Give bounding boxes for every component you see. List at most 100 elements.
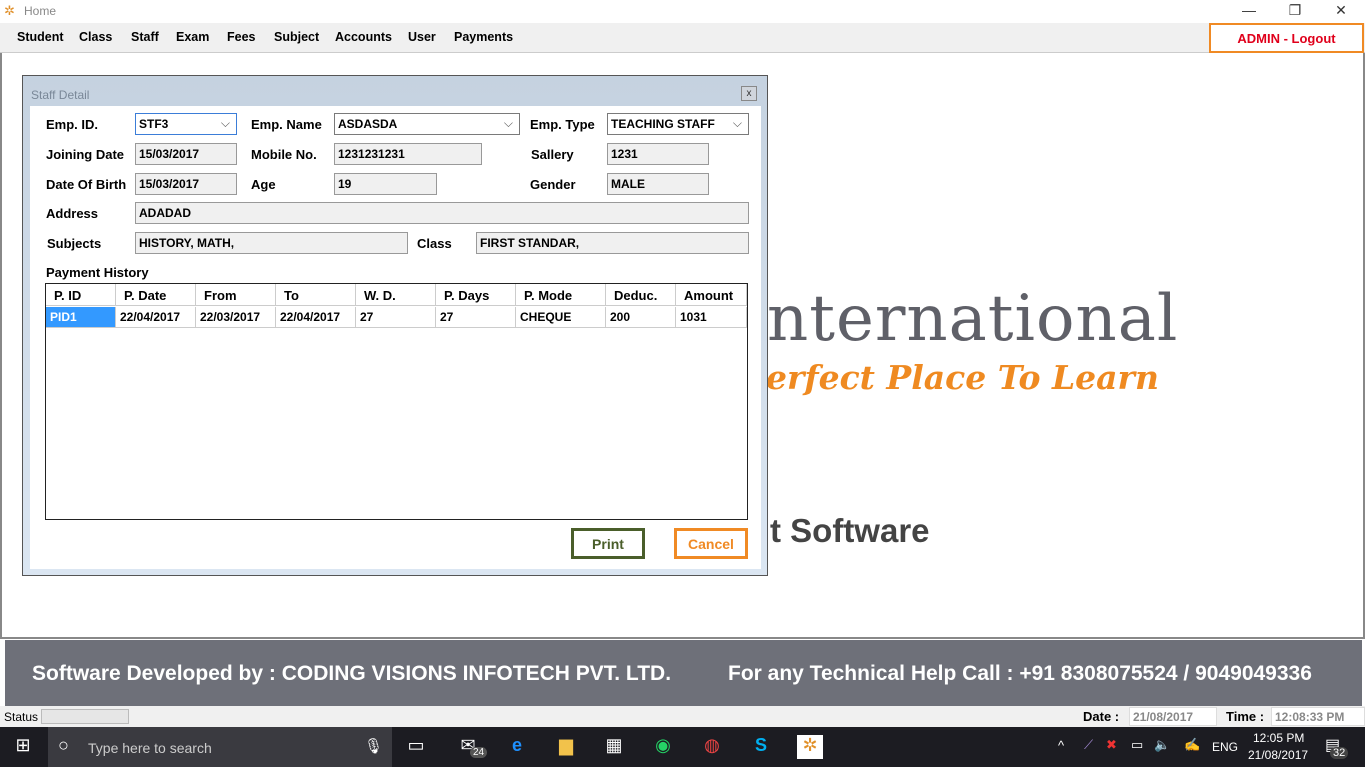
subjects-field[interactable]: HISTORY, MATH, [135,232,408,254]
joining-date-field[interactable]: 15/03/2017 [135,143,237,165]
menu-student[interactable]: Student [17,30,64,44]
whatsapp-icon[interactable]: ◉ [650,735,676,759]
payment-history-label: Payment History [46,265,149,280]
table-cell[interactable]: 22/04/2017 [116,307,196,328]
age-label: Age [251,177,276,192]
mobile-field[interactable]: 1231231231 [334,143,482,165]
joining-date-label: Joining Date [46,147,125,162]
menu-payments[interactable]: Payments [454,30,513,44]
chrome-icon[interactable]: ◍ [699,735,725,759]
dialog-title: Staff Detail [31,88,90,102]
table-cell[interactable]: 27 [356,307,436,328]
cancel-button[interactable]: Cancel [674,528,748,559]
salary-field[interactable]: 1231 [607,143,709,165]
pen-icon[interactable]: ⟋ [1084,737,1093,753]
column-header[interactable]: P. ID [46,284,116,306]
menu-user[interactable]: User [408,30,436,44]
column-header[interactable]: W. D. [356,284,436,306]
window-title: Home [24,4,57,18]
emp-type-label: Emp. Type [530,117,595,132]
mail-badge: 24 [470,747,488,758]
table-cell[interactable]: 22/03/2017 [196,307,276,328]
table-cell[interactable]: 1031 [676,307,747,328]
logo-text: nternational [767,282,1179,356]
network-disconnected-icon[interactable]: ✖ [1106,737,1117,753]
emp-id-label: Emp. ID. [46,117,99,132]
emp-id-select[interactable]: STF3 ⌵ [135,113,237,135]
status-bar: Status Date : 21/08/2017 Time : 12:08:33… [0,706,1365,727]
address-label: Address [46,206,99,221]
taskbar-search[interactable]: ○ Type here to search 🎙 [48,727,392,767]
search-icon: ○ [58,735,69,755]
column-header[interactable]: P. Days [436,284,516,306]
column-header[interactable]: From [196,284,276,306]
help-contact: For any Technical Help Call : +91 830807… [728,662,1312,685]
column-header[interactable]: P. Date [116,284,196,306]
software-title: t Software [770,512,930,549]
dialog-close-button[interactable]: x [741,86,757,101]
menu-bar: Student Class Staff Exam Fees Subject Ac… [0,23,1365,53]
emp-name-label: Emp. Name [251,117,322,132]
address-field[interactable]: ADADAD [135,202,749,224]
table-cell[interactable]: CHEQUE [516,307,606,328]
taskbar: ⊞ ○ Type here to search 🎙 ▭ ✉ 24 e ▆ ▦ ◉… [0,727,1365,767]
app-grid-icon[interactable]: ▦ [601,735,627,759]
time-label: Time : [1226,709,1265,724]
chevron-up-icon[interactable]: ^ [1058,738,1064,753]
battery-icon[interactable]: ▭ [1131,737,1143,753]
menu-class[interactable]: Class [79,30,112,44]
school-app-icon[interactable]: ✲ [797,735,823,759]
pen-settings-icon[interactable]: ✍ [1184,737,1200,753]
menu-exam[interactable]: Exam [176,30,209,44]
gender-field[interactable]: MALE [607,173,709,195]
age-field[interactable]: 19 [334,173,437,195]
status-progress [41,709,129,724]
table-cell[interactable]: 27 [436,307,516,328]
restore-button[interactable]: ❐ [1272,2,1318,22]
volume-icon[interactable]: 🔈 [1154,737,1170,753]
clock-time[interactable]: 12:05 PM [1253,731,1304,745]
language-indicator[interactable]: ENG [1212,740,1238,754]
payment-history-table[interactable]: P. ID P. Date From To W. D. P. Days P. M… [45,283,748,520]
table-cell[interactable]: PID1 [46,307,116,328]
salary-label: Sallery [531,147,574,162]
edge-icon[interactable]: e [504,735,530,759]
table-cell[interactable]: 22/04/2017 [276,307,356,328]
status-label: Status [4,710,39,724]
column-header[interactable]: To [276,284,356,306]
print-button[interactable]: Print [571,528,645,559]
emp-type-select[interactable]: TEACHING STAFF ⌵ [607,113,749,135]
dob-field[interactable]: 15/03/2017 [135,173,237,195]
time-picker[interactable]: 12:08:33 PM [1271,707,1365,726]
gender-label: Gender [530,177,576,192]
emp-name-select[interactable]: ASDASDA ⌵ [334,113,520,135]
microphone-icon[interactable]: 🎙 [364,737,383,755]
class-field[interactable]: FIRST STANDAR, [476,232,749,254]
developer-credit: Software Developed by : CODING VISIONS I… [32,662,672,685]
skype-icon[interactable]: S [748,735,774,759]
file-explorer-icon[interactable]: ▆ [553,735,579,759]
staff-detail-dialog: Staff Detail x Emp. ID. STF3 ⌵ Emp. Name … [22,75,768,576]
task-view-icon[interactable]: ▭ [403,735,429,759]
logout-button[interactable]: ADMIN - Logout [1209,23,1364,53]
menu-fees[interactable]: Fees [227,30,256,44]
column-header[interactable]: Amount [676,284,747,306]
minimize-button[interactable]: — [1226,2,1272,22]
close-button[interactable]: ✕ [1318,2,1364,22]
clock-date[interactable]: 21/08/2017 [1248,748,1308,762]
menu-accounts[interactable]: Accounts [335,30,392,44]
menu-subject[interactable]: Subject [274,30,319,44]
windows-start-icon[interactable]: ⊞ [10,735,36,759]
footer-banner: Software Developed by : CODING VISIONS I… [5,640,1362,706]
column-header[interactable]: P. Mode [516,284,606,306]
table-cell[interactable]: 200 [606,307,676,328]
mobile-label: Mobile No. [251,147,317,162]
title-bar: ✲ Home — ❐ ✕ [0,0,1365,23]
dialog-body: Emp. ID. STF3 ⌵ Emp. Name ASDASDA ⌵ Emp. T… [30,106,761,569]
dob-label: Date Of Birth [46,177,127,192]
date-label: Date : [1083,709,1120,724]
column-header[interactable]: Deduc. [606,284,676,306]
menu-staff[interactable]: Staff [131,30,159,44]
date-picker[interactable]: 21/08/2017 [1129,707,1217,726]
logo-tagline: erfect Place To Learn [766,358,1159,397]
